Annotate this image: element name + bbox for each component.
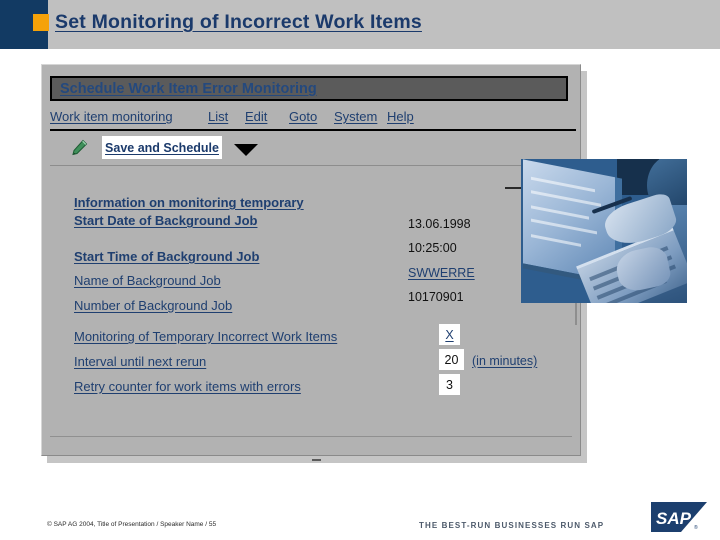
input-field[interactable]: 3 [439,374,460,395]
toolbar-divider [50,165,576,166]
field-label: Interval until next rerun [74,354,207,369]
stray-dash-artifact [312,459,321,461]
field-label: Name of Background Job [74,273,221,288]
svg-text:®: ® [694,524,698,531]
slide-header: Set Monitoring of Incorrect Work Items [0,0,720,49]
field-value: 13.06.1998 [408,217,471,231]
gui-statusbar [50,436,572,441]
person-at-computer-photo [521,159,687,303]
footer-tagline: THE BEST-RUN BUSINESSES RUN SAP [419,521,605,530]
field-label: Start Date of Background Job [74,213,258,228]
chevron-down-icon[interactable] [234,144,258,156]
menu-item-edit[interactable]: Edit [245,109,267,124]
field-value[interactable]: SWWERRE [408,266,475,280]
save-and-schedule-label: Save and Schedule [105,140,219,155]
field-label: Monitoring of Temporary Incorrect Work I… [74,329,338,344]
header-orange-square [33,14,49,31]
sap-gui-window: Schedule Work Item Error Monitoring Work… [41,64,581,456]
menu-item-list[interactable]: List [208,109,228,124]
gui-titlebar: Schedule Work Item Error Monitoring [50,76,568,101]
save-and-schedule-button[interactable]: Save and Schedule [102,136,222,159]
input-suffix-label: (in minutes) [472,354,538,368]
field-value: 10170901 [408,290,464,304]
menu-item-system[interactable]: System [334,109,377,124]
svg-text:SAP: SAP [656,509,692,528]
input-field[interactable]: 20 [439,349,464,370]
sap-logo: SAP ® [651,502,707,532]
pencil-icon [70,139,88,157]
menu-item-help[interactable]: Help [387,109,414,124]
gui-toolbar: Save and Schedule [50,133,576,163]
field-label: Number of Background Job [74,298,233,313]
menu-item-goto[interactable]: Goto [289,109,317,124]
form-section-title: Information on monitoring temporary [74,195,304,210]
page-title: Set Monitoring of Incorrect Work Items [55,11,422,33]
input-field[interactable]: X [439,324,460,345]
gui-menubar: Work item monitoring List Edit Goto System He… [50,109,576,131]
field-label: Start Time of Background Job [74,249,260,264]
menu-item-work-item-monitoring[interactable]: Work item monitoring [50,109,173,124]
gui-form-body: Information on monitoring temporary Star… [42,169,580,449]
field-label: Retry counter for work items with errors [74,379,301,394]
gui-window-title: Schedule Work Item Error Monitoring [60,81,317,97]
field-value: 10:25:00 [408,241,457,255]
footer-copyright: © SAP AG 2004, Title of Presentation / S… [47,521,217,528]
photo-accent-line-vertical [575,303,577,325]
